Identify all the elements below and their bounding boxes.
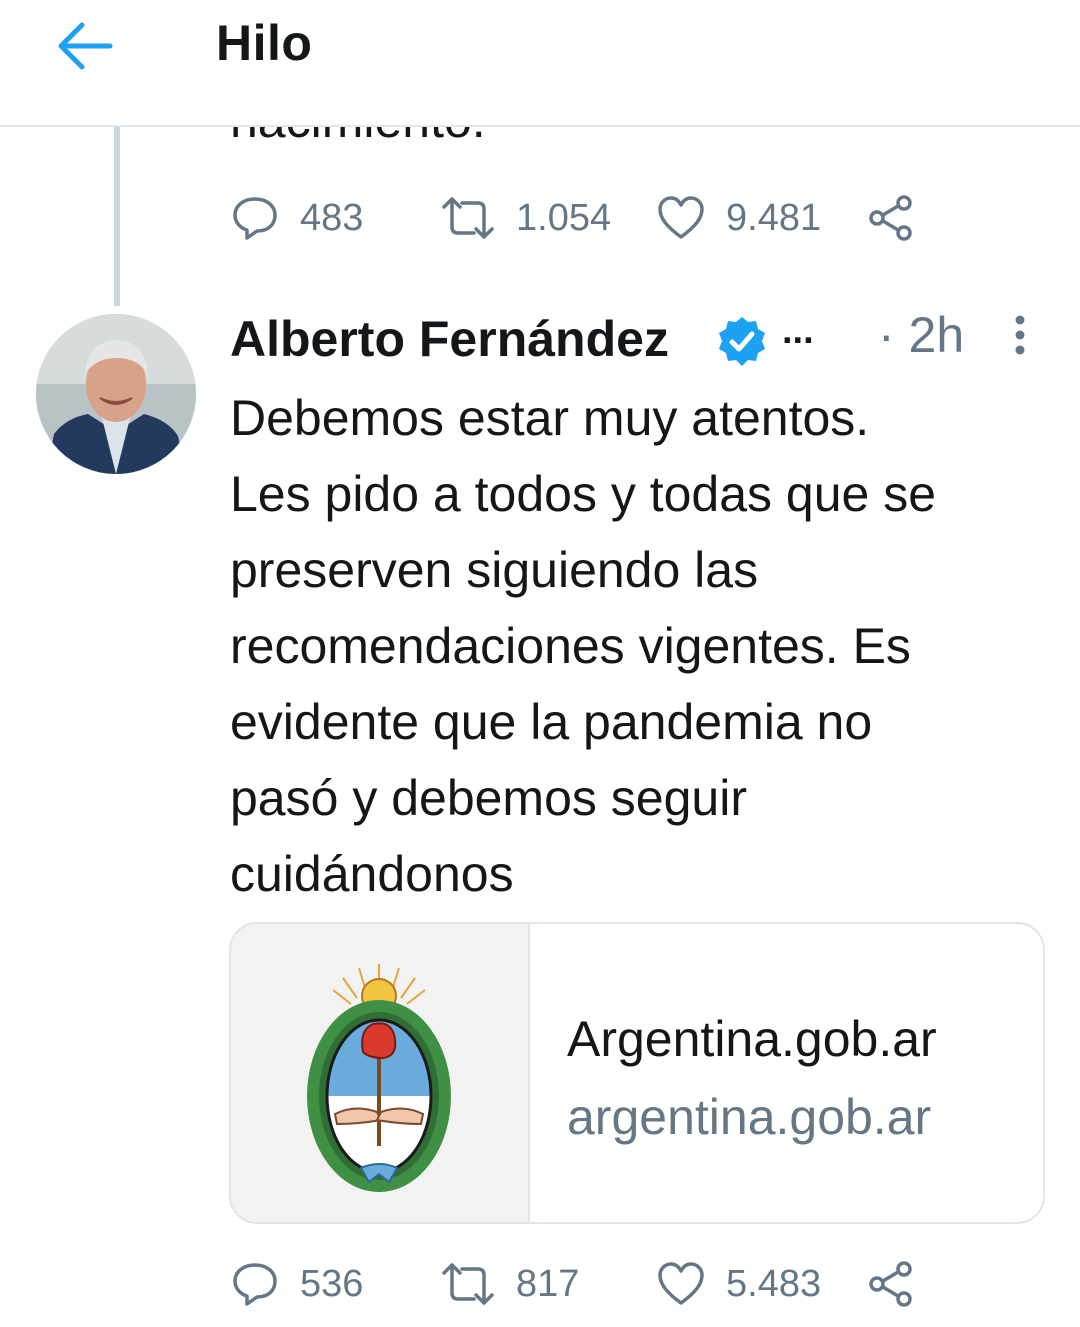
- retweet-count: 1.054: [516, 196, 612, 239]
- like-button[interactable]: 9.481: [656, 188, 821, 248]
- retweet-count: 817: [516, 1262, 580, 1305]
- like-button[interactable]: 5.483: [656, 1254, 821, 1314]
- reply-icon: [233, 1263, 277, 1306]
- verified-badge-icon: [719, 317, 765, 366]
- retweet-icon: [442, 197, 494, 239]
- like-count: 5.483: [726, 1262, 822, 1305]
- share-icon: [869, 195, 912, 241]
- heart-icon: [658, 196, 704, 239]
- card-thumbnail: [231, 924, 530, 1222]
- share-icon: [869, 1261, 912, 1307]
- more-options-icon[interactable]: [1000, 314, 1040, 358]
- coat-of-arms-image: [307, 964, 451, 1192]
- arrow-left-icon[interactable]: [52, 18, 116, 74]
- previous-tweet-actions: 483 1.054 9.481: [230, 188, 1030, 248]
- reply-button[interactable]: 483: [230, 188, 363, 248]
- heart-icon: [658, 1262, 704, 1305]
- retweet-button[interactable]: 1.054: [440, 188, 611, 248]
- name-truncation: ...: [782, 310, 814, 352]
- reply-button[interactable]: 536: [230, 1254, 363, 1314]
- avatar[interactable]: [36, 314, 196, 474]
- avatar-photo: [36, 314, 196, 474]
- retweet-icon: [442, 1263, 494, 1305]
- page-title: Hilo: [216, 15, 313, 71]
- share-button[interactable]: [866, 1254, 916, 1314]
- previous-tweet-text: nacimiento.: [230, 127, 486, 149]
- tweet-text: Debemos estar muy atentos. Les pido a to…: [230, 390, 937, 902]
- previous-tweet-text-wrap: nacimiento.: [0, 127, 1080, 177]
- reply-count: 536: [300, 1262, 364, 1305]
- share-button[interactable]: [866, 188, 916, 248]
- like-count: 9.481: [726, 196, 822, 239]
- card-domain: argentina.gob.ar: [567, 1089, 932, 1145]
- link-card[interactable]: Argentina.gob.ar argentina.gob.ar: [229, 922, 1045, 1224]
- card-title: Argentina.gob.ar: [567, 1011, 937, 1067]
- tweet-timestamp[interactable]: · 2h: [878, 306, 964, 364]
- retweet-button[interactable]: 817: [440, 1254, 579, 1314]
- author-name[interactable]: Alberto Fernández: [230, 310, 669, 368]
- top-bar: Hilo: [0, 0, 1080, 127]
- tweet-header: Alberto Fernández ... · 2h: [230, 306, 1050, 370]
- reply-count: 483: [300, 196, 364, 239]
- reply-icon: [233, 197, 277, 240]
- tweet-actions: 536 817 5.483: [230, 1254, 1030, 1314]
